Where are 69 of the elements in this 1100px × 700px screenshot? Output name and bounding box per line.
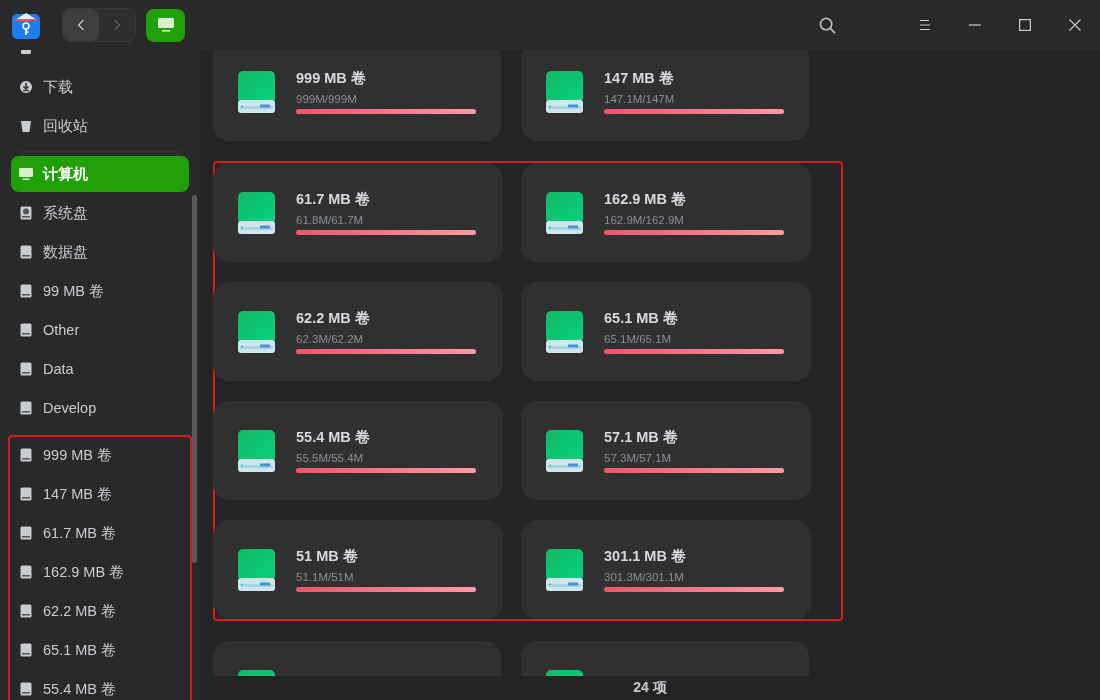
maximize-icon[interactable] (1019, 19, 1031, 31)
sidebar-item[interactable]: 999 MB 卷 (11, 437, 189, 473)
app-icon[interactable] (12, 11, 40, 39)
drive-icon (546, 429, 583, 472)
drive-icon (546, 191, 583, 234)
chevron-left-icon (77, 19, 85, 31)
computer-icon (157, 18, 174, 32)
usage-text: 147.1M/147M (604, 93, 676, 105)
sidebar-item[interactable]: 下载 (11, 69, 189, 105)
volume-name: 162.9 MB 卷 (604, 190, 687, 209)
volume-card[interactable]: 61.7 MB 卷 61.8M/61.7M (213, 163, 503, 262)
drive-icon (238, 191, 275, 234)
usage-text: 301.3M/301.1M (604, 571, 685, 583)
volume-card[interactable]: 55.4 MB 卷 55.5M/55.4M (213, 401, 503, 500)
volume-card[interactable]: 162.9 MB 卷 162.9M/162.9M (521, 163, 811, 262)
sidebar-item[interactable]: Data (11, 351, 189, 387)
volume-name: 999 MB 卷 (296, 69, 367, 88)
sidebar-item[interactable]: 55.4 MB 卷 (11, 671, 189, 700)
volume-name: 55.4 MB 卷 (296, 428, 371, 447)
menu-icon[interactable] (919, 19, 931, 31)
volume-name: 61.7 MB 卷 (296, 190, 371, 209)
close-icon[interactable] (1069, 19, 1081, 31)
sidebar-item[interactable]: 系统盘 (11, 195, 189, 231)
drive-icon (238, 310, 275, 353)
volume-name: 147 MB 卷 (604, 69, 675, 88)
drive-icon (238, 429, 275, 472)
sidebar-item[interactable]: 回收站 (11, 108, 189, 144)
usage-text: 57.3M/57.1M (604, 452, 673, 464)
usage-text: 55.5M/55.4M (296, 452, 365, 464)
usage-text: 62.3M/62.2M (296, 333, 365, 345)
sidebar-item[interactable]: 65.1 MB 卷 (11, 632, 189, 668)
item-count: 24 项 (633, 679, 667, 697)
sidebar-item[interactable]: 162.9 MB 卷 (11, 554, 189, 590)
trash-icon (19, 119, 33, 133)
usage-text: 51.1M/51M (296, 571, 355, 583)
computer-view-button[interactable] (146, 8, 185, 42)
volume-card[interactable]: 999 MB 卷 999M/999M (213, 50, 501, 141)
volume-name: 57.1 MB 卷 (604, 428, 679, 447)
sidebar-item[interactable]: 99 MB 卷 (11, 273, 189, 309)
drive-icon (546, 310, 583, 353)
download-icon (19, 80, 33, 94)
usage-text: 65.1M/65.1M (604, 333, 673, 345)
volume-name: 65.1 MB 卷 (604, 309, 679, 328)
chevron-right-icon (113, 19, 121, 31)
volume-card[interactable]: 301.1 MB 卷 301.3M/301.1M (521, 520, 811, 619)
sidebar-item[interactable]: Develop (11, 390, 189, 426)
sidebar-item[interactable]: 61.7 MB 卷 (11, 515, 189, 551)
usage-text: 162.9M/162.9M (604, 214, 685, 226)
drive-icon (238, 70, 275, 113)
usage-text: 999M/999M (296, 93, 358, 105)
scrollbar[interactable] (192, 195, 197, 563)
drive-icon (546, 548, 583, 591)
usage-text: 61.8M/61.7M (296, 214, 365, 226)
volume-name: 62.2 MB 卷 (296, 309, 371, 328)
sidebar-item[interactable]: 147 MB 卷 (11, 476, 189, 512)
volume-card[interactable]: 62.2 MB 卷 62.3M/62.2M (213, 282, 503, 381)
search-icon[interactable] (819, 16, 836, 34)
sidebar-item[interactable]: 数据盘 (11, 234, 189, 270)
drive-icon (238, 548, 275, 591)
volume-card[interactable]: 65.1 MB 卷 65.1M/65.1M (521, 282, 811, 381)
volume-card[interactable]: 57.1 MB 卷 57.3M/57.1M (521, 401, 811, 500)
sidebar-item[interactable]: 62.2 MB 卷 (11, 593, 189, 629)
volume-card[interactable]: 147 MB 卷 147.1M/147M (521, 50, 809, 141)
volume-name: 51 MB 卷 (296, 547, 359, 566)
drive-icon (546, 70, 583, 113)
volume-card[interactable]: 51 MB 卷 51.1M/51M (213, 520, 503, 619)
volume-name: 301.1 MB 卷 (604, 547, 687, 566)
computer-icon (19, 167, 33, 181)
sidebar-item[interactable]: Other (11, 312, 189, 348)
